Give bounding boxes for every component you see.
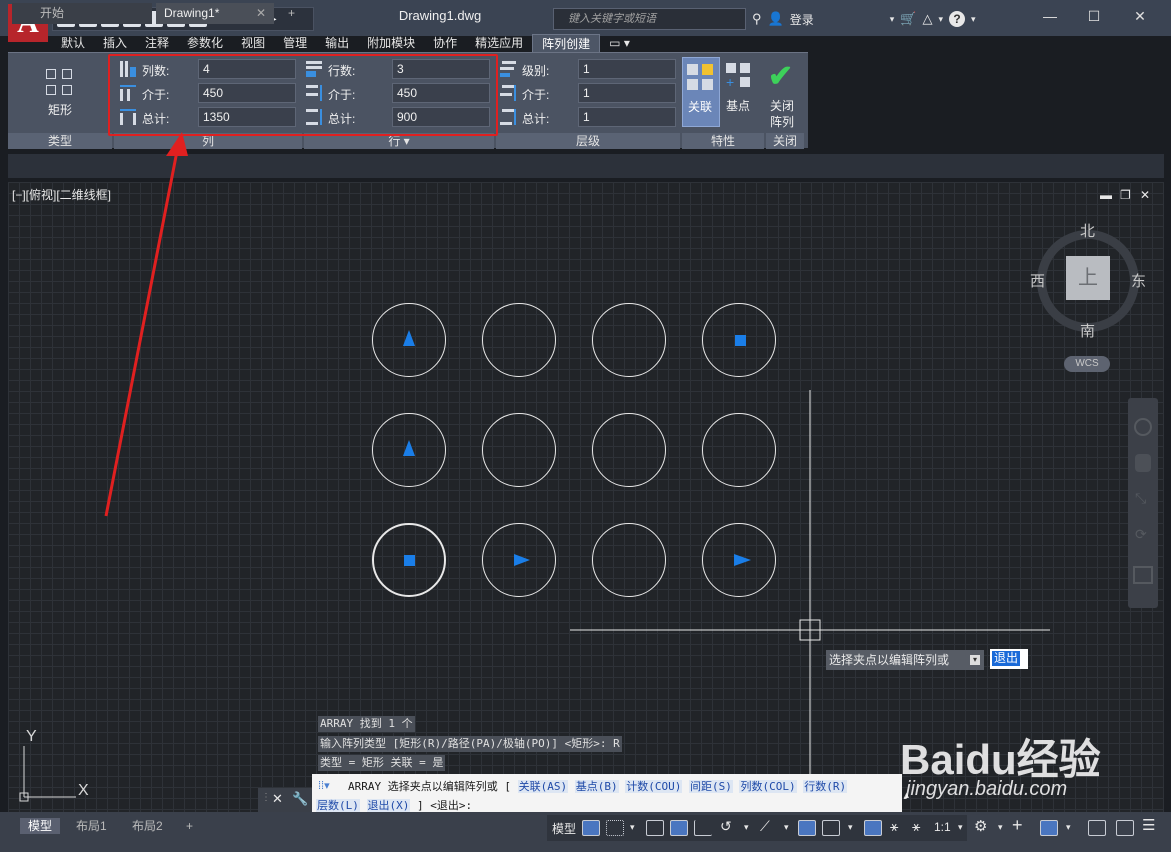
column-count-grip[interactable]: [734, 554, 751, 566]
viewcube-south[interactable]: 南: [1080, 320, 1095, 341]
zoom-icon[interactable]: ⤡: [1135, 490, 1151, 508]
ucs-y-label: Y: [26, 728, 37, 745]
option-count[interactable]: 计数(COU): [625, 780, 683, 793]
option-rows[interactable]: 行数(R): [803, 780, 848, 793]
lock-ui-icon[interactable]: [1040, 820, 1058, 836]
ortho-icon[interactable]: [694, 820, 712, 836]
snap-icon[interactable]: [606, 820, 624, 836]
fullscreen-icon[interactable]: [1116, 820, 1134, 836]
customization-menu-icon[interactable]: ☰: [1142, 816, 1155, 834]
ucs-x-label: X: [78, 782, 89, 799]
command-prompt-line2: 层数(L) 退出(X) ] <退出>:: [316, 797, 472, 813]
isolate-objects-icon[interactable]: [1088, 820, 1106, 836]
option-basepoint[interactable]: 基点(B): [574, 780, 619, 793]
command-prompt-text: ARRAY 选择夹点以编辑阵列或 [: [348, 780, 511, 793]
option-associative[interactable]: 关联(AS): [517, 780, 569, 793]
polar-dropdown-icon[interactable]: ▾: [744, 822, 749, 833]
viewcube-west[interactable]: 西: [1030, 270, 1045, 291]
object-snap-icon[interactable]: [822, 820, 840, 836]
row-count-grip[interactable]: [403, 440, 415, 456]
layout-tab-layout1[interactable]: 布局1: [68, 818, 115, 834]
orbit-icon[interactable]: ⟳: [1135, 526, 1151, 544]
option-exit[interactable]: 退出(X): [366, 799, 411, 812]
snap-dropdown-icon[interactable]: ▾: [630, 822, 635, 833]
navigation-bar[interactable]: ⤡ ⟳: [1128, 398, 1158, 608]
viewcube-north[interactable]: 北: [1080, 220, 1095, 241]
dynamic-input-prompt: 选择夹点以编辑阵列或: [826, 650, 984, 670]
viewcube-top-face[interactable]: 上: [1066, 256, 1110, 300]
customize-wrench-icon[interactable]: 🔧: [292, 791, 308, 807]
annotation-scale-value[interactable]: 1:1: [934, 820, 951, 834]
isodraft-icon[interactable]: ⟋: [760, 818, 770, 835]
add-layout-button[interactable]: +: [178, 818, 201, 834]
row-spacing-grip[interactable]: [403, 330, 415, 346]
object-snap-dropdown-icon[interactable]: ▾: [848, 822, 853, 833]
layout-tab-model[interactable]: 模型: [20, 818, 61, 834]
baidu-watermark: Baidu经验 jingyan.baidu.com: [900, 726, 1160, 816]
isodraft-dropdown-icon[interactable]: ▾: [784, 822, 789, 833]
model-space-button[interactable]: 模型: [552, 820, 576, 837]
grip-layer: [19, 132, 1050, 812]
infer-constraints-icon[interactable]: [646, 820, 664, 836]
wcs-menu[interactable]: WCS: [1064, 356, 1110, 372]
command-prompt-end: ] <退出>:: [417, 799, 473, 812]
workspace-dropdown-icon[interactable]: ▾: [998, 822, 1003, 833]
grip-handle-icon[interactable]: ⋮: [261, 792, 271, 803]
watermark-url: jingyan.baidu.com: [906, 778, 1068, 800]
dynamic-input-icon[interactable]: [670, 820, 688, 836]
command-history-line: 类型 = 矩形 关联 = 是: [318, 755, 446, 771]
annotation-scale-icon[interactable]: ⚹: [912, 818, 920, 835]
option-spacing[interactable]: 间距(S): [688, 780, 733, 793]
command-line-controls: ⋮ ✕ 🔧: [258, 788, 312, 812]
close-command-line-icon[interactable]: ✕: [272, 791, 283, 807]
dynamic-input-options-icon[interactable]: ▾: [970, 655, 980, 665]
count-grip[interactable]: [735, 335, 746, 346]
annotation-visibility-icon[interactable]: [864, 820, 882, 836]
dynamic-input-option-box[interactable]: 退出: [990, 649, 1028, 669]
command-history-line: ARRAY 找到 1 个: [318, 716, 415, 732]
annotation-monitor-icon[interactable]: +: [1012, 815, 1023, 836]
array-command-icon[interactable]: ⁞⁞▾: [318, 779, 330, 792]
annotation-arrow-head: [166, 132, 188, 156]
command-history-line: 输入阵列类型 [矩形(R)/路径(PA)/极轴(PO)] <矩形>: R: [318, 736, 622, 752]
base-grip[interactable]: [404, 555, 415, 566]
option-columns[interactable]: 列数(COL): [739, 780, 797, 793]
showmotion-icon[interactable]: [1133, 566, 1153, 584]
steering-wheel-icon[interactable]: [1134, 418, 1152, 436]
scale-dropdown-icon[interactable]: ▾: [958, 822, 963, 833]
polar-tracking-icon[interactable]: ↺: [720, 818, 732, 835]
column-spacing-grip[interactable]: [514, 554, 530, 566]
dynamic-input-exit-option[interactable]: 退出: [992, 651, 1021, 666]
auto-scale-icon[interactable]: ⚹: [890, 818, 898, 835]
command-prompt-line1: ARRAY 选择夹点以编辑阵列或 [ 关联(AS) 基点(B) 计数(COU) …: [348, 778, 848, 794]
option-levels[interactable]: 层数(L): [316, 799, 360, 812]
annotation-arrow: [104, 145, 180, 517]
grid-icon[interactable]: [582, 820, 600, 836]
object-snap-tracking-icon[interactable]: [798, 820, 816, 836]
layout-tab-layout2[interactable]: 布局2: [124, 818, 171, 834]
viewcube-east[interactable]: 东: [1131, 270, 1146, 291]
lock-ui-dropdown-icon[interactable]: ▾: [1066, 822, 1071, 833]
pan-icon[interactable]: [1135, 454, 1151, 472]
workspace-gear-icon[interactable]: ⚙: [974, 817, 987, 835]
